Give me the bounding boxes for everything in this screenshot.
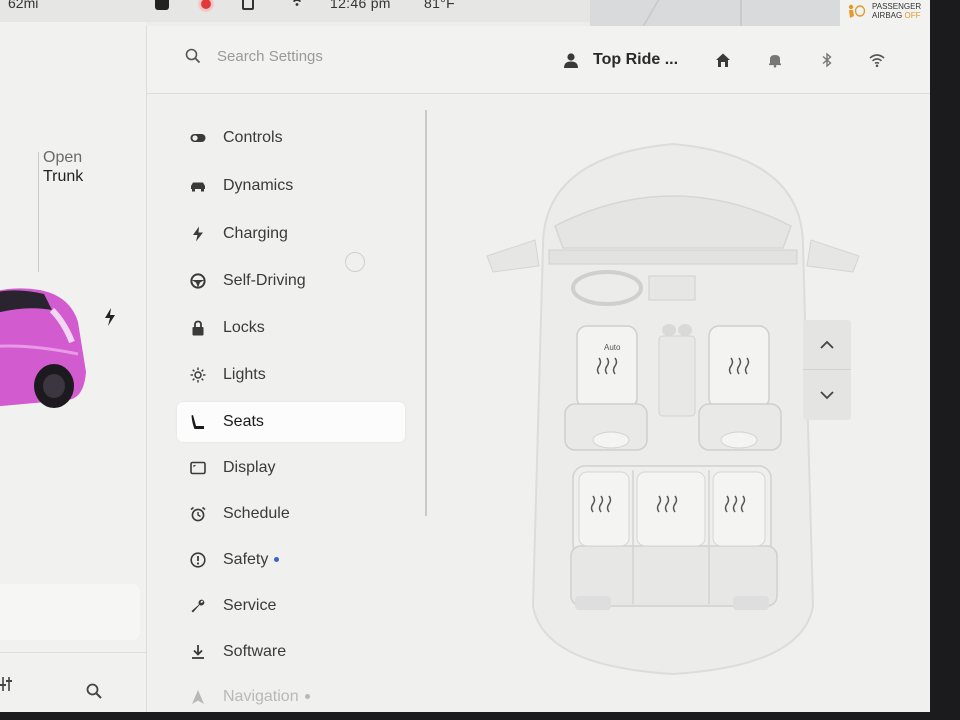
search-icon <box>185 48 201 64</box>
menu-divider <box>425 110 427 516</box>
seat-belt-buckle <box>733 596 769 610</box>
profile-icon[interactable] <box>563 52 579 68</box>
seat-up-button[interactable] <box>803 320 851 370</box>
lock-icon <box>190 320 206 336</box>
menu-item-label: Dynamics <box>223 177 294 194</box>
center-screen <box>648 275 696 301</box>
media-card[interactable] <box>0 584 140 640</box>
home-icon[interactable] <box>715 52 731 68</box>
menu-item-label: Lights <box>223 366 266 383</box>
car-icon <box>190 178 206 194</box>
menu-item-label: Controls <box>223 129 283 146</box>
menu-item-service[interactable]: Service <box>177 586 405 626</box>
airbag-state: OFF <box>904 11 921 20</box>
seat-belt-buckle <box>575 596 611 610</box>
car-image <box>0 288 86 408</box>
trunk-open-label: Open <box>43 149 83 166</box>
airbag-label-line2: AIRBAG <box>872 11 903 20</box>
notification-dot <box>304 694 310 700</box>
steering-wheel-icon <box>190 273 206 289</box>
lock-status-icon[interactable] <box>155 0 169 10</box>
sun-icon <box>190 367 206 383</box>
menu-item-controls[interactable]: Controls <box>177 118 405 158</box>
map-preview[interactable] <box>590 0 840 26</box>
airbag-label-line1: PASSENGER <box>872 2 922 11</box>
wrench-icon <box>190 598 206 614</box>
search-settings-input[interactable] <box>217 44 477 68</box>
driver-seat[interactable]: Auto <box>564 325 648 451</box>
menu-item-locks[interactable]: Locks <box>177 308 405 348</box>
menu-item-self-driving[interactable]: Self-Driving <box>177 261 405 301</box>
rear-middle-seat[interactable] <box>636 471 706 547</box>
outside-temperature: 81°F <box>424 0 455 11</box>
settings-panel: Top Ride ... Controls Dynamics <box>146 26 930 712</box>
toggle-icon <box>190 130 206 146</box>
bell-icon[interactable] <box>767 52 783 68</box>
dashboard <box>548 249 798 265</box>
cupholder <box>662 324 676 336</box>
alarm-clock-icon <box>190 506 206 522</box>
menu-item-lights[interactable]: Lights <box>177 355 405 395</box>
rear-left-seat[interactable] <box>578 471 630 547</box>
navigation-arrow-icon <box>190 689 206 705</box>
chevron-up-icon <box>820 340 834 349</box>
center-console <box>658 335 696 417</box>
settings-top-bar: Top Ride ... <box>147 26 930 94</box>
sentry-icon[interactable] <box>242 0 254 10</box>
chevron-down-icon <box>820 391 834 400</box>
menu-item-schedule[interactable]: Schedule <box>177 494 405 534</box>
wifi-icon[interactable] <box>869 52 885 68</box>
car-status-panel: Open Trunk <box>0 22 146 712</box>
menu-item-label: Self-Driving <box>223 272 306 289</box>
menu-item-dynamics[interactable]: Dynamics <box>177 166 405 206</box>
menu-item-software[interactable]: Software <box>177 632 405 672</box>
menu-item-label: Charging <box>223 225 288 242</box>
status-bar: 62mi 12:46 pm 81°F PASSENGER AIRBAG OFF <box>0 0 930 26</box>
bolt-icon <box>190 226 206 242</box>
alert-circle-icon <box>190 552 206 568</box>
right-mirror <box>806 239 860 273</box>
passenger-seat[interactable] <box>698 325 782 451</box>
open-trunk-button[interactable]: Open Trunk <box>43 148 83 186</box>
airbag-icon <box>846 3 866 21</box>
seat-heat-mode-label: Auto <box>604 343 621 352</box>
download-icon <box>190 644 206 660</box>
menu-item-display[interactable]: Display <box>177 448 405 488</box>
menu-item-label: Service <box>223 597 277 614</box>
menu-item-label: Locks <box>223 319 265 336</box>
menu-item-label: Seats <box>223 413 264 430</box>
charge-port-bolt-icon[interactable] <box>104 308 116 331</box>
menu-item-navigation[interactable]: Navigation <box>177 677 405 712</box>
search-icon[interactable] <box>86 683 102 699</box>
menu-item-label: Software <box>223 643 287 660</box>
left-mirror <box>486 239 540 273</box>
driver-profile-name[interactable]: Top Ride ... <box>593 51 678 69</box>
rear-right-seat[interactable] <box>712 471 766 547</box>
trunk-label: Trunk <box>43 168 84 185</box>
wifi-status-icon <box>290 0 304 10</box>
bottom-controls <box>0 652 146 712</box>
clock: 12:46 pm <box>330 0 391 11</box>
display-icon <box>190 460 206 476</box>
notification-dot <box>274 557 280 563</box>
menu-item-seats[interactable]: Seats <box>177 402 405 442</box>
dashcam-record-icon[interactable] <box>198 0 214 12</box>
touchscreen: 62mi 12:46 pm 81°F PASSENGER AIRBAG OFF … <box>0 0 930 712</box>
menu-item-label: Schedule <box>223 505 290 522</box>
cupholder <box>678 324 692 336</box>
seat-adjust-control <box>803 320 851 420</box>
trunk-divider <box>38 152 39 272</box>
bluetooth-icon[interactable] <box>819 52 835 68</box>
menu-item-label: Navigation <box>223 688 310 706</box>
passenger-airbag-indicator: PASSENGER AIRBAG OFF <box>840 0 930 26</box>
menu-item-safety[interactable]: Safety <box>177 540 405 580</box>
menu-item-label: Display <box>223 459 276 476</box>
seat-down-button[interactable] <box>803 370 851 420</box>
menu-item-charging[interactable]: Charging <box>177 214 405 254</box>
seat-icon <box>190 414 206 430</box>
range-readout: 62mi <box>8 0 39 11</box>
sliders-icon[interactable] <box>0 675 14 698</box>
touch-indicator <box>345 252 365 272</box>
menu-item-label: Safety <box>223 551 280 569</box>
